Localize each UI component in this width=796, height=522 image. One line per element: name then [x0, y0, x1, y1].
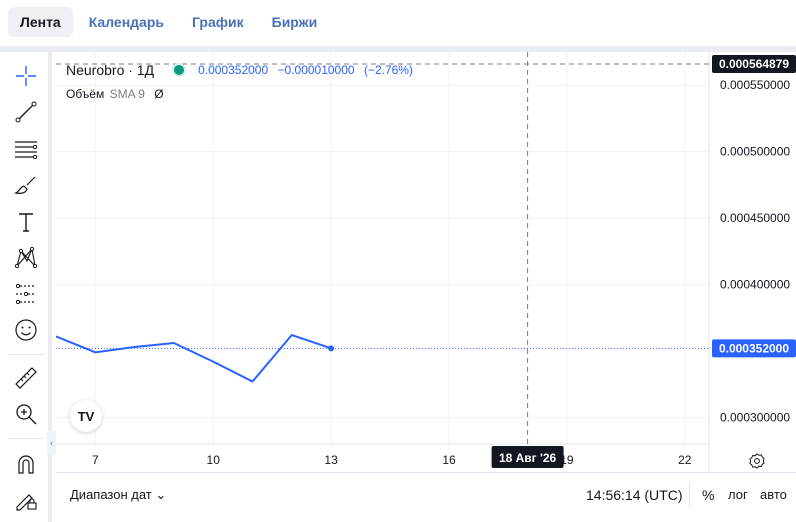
toolbar-separator: [8, 438, 44, 439]
tab-feed[interactable]: Лента: [8, 7, 73, 37]
brush-icon: [13, 176, 36, 194]
trend-line-tool[interactable]: [10, 96, 42, 128]
legend-change: −0.000010000: [277, 63, 355, 77]
fib-tool[interactable]: [10, 134, 42, 166]
timezone-clock[interactable]: 14:56:14 (UTC): [586, 487, 682, 503]
magnet-icon: [18, 455, 34, 474]
percent-scale-toggle[interactable]: %: [702, 487, 714, 503]
volume-label[interactable]: Объём: [66, 87, 104, 101]
legend-volume: Объём SMA 9 Ø: [66, 87, 164, 101]
lock-draw-tool[interactable]: [10, 484, 42, 516]
pattern-tool[interactable]: [10, 242, 42, 274]
auto-scale-toggle[interactable]: авто: [760, 487, 787, 502]
ruler-tool[interactable]: [10, 362, 42, 394]
lock-draw-icon: [16, 494, 37, 511]
top-tab-bar: Лента Календарь График Биржи: [0, 0, 796, 44]
ruler-icon: [15, 367, 37, 389]
price-series-line[interactable]: [56, 333, 332, 383]
emoji-icon: [15, 319, 37, 341]
y-tick-label: 0.000550000: [720, 78, 790, 92]
crosshair-tool[interactable]: [10, 60, 42, 92]
y-tick-label: 0.000400000: [720, 278, 790, 292]
legend-change-pct: (−2.76%): [363, 63, 413, 77]
tab-exchanges[interactable]: Биржи: [260, 7, 330, 37]
volume-indicator: SMA 9: [109, 87, 145, 101]
y-tick-label: 0.000450000: [720, 211, 790, 225]
volume-indicator-value: Ø: [154, 87, 164, 101]
crosshair-icon: [16, 66, 36, 86]
market-status-icon: [172, 63, 187, 77]
x-tick-label: 22: [678, 453, 692, 467]
crosshair-price-label: 0.000564879: [719, 57, 789, 71]
emoji-tool[interactable]: [10, 314, 42, 346]
log-scale-toggle[interactable]: лог: [728, 487, 748, 502]
price-chart[interactable]: 0.000550000 0.000500000 0.000450000 0.00040…: [56, 52, 796, 472]
pattern-icon: [14, 246, 38, 269]
magnet-tool[interactable]: [10, 448, 42, 480]
forecast-icon: [15, 283, 36, 305]
tab-chart[interactable]: График: [180, 7, 256, 37]
x-tick-label: 16: [442, 453, 456, 467]
bottom-toolbar: Диапазон дат ⌄ 14:56:14 (UTC) % лог авто: [56, 472, 796, 522]
legend-price: 0.000352000: [198, 63, 269, 77]
legend-main: Neurobro · 1Д 0.000352000 −0.000010000 (…: [66, 62, 419, 78]
trend-line-icon: [15, 101, 37, 123]
zoom-tool[interactable]: [10, 398, 42, 430]
zoom-icon: [16, 404, 37, 425]
date-range-label: Диапазон дат: [70, 487, 152, 502]
current-price-label: 0.000352000: [719, 341, 789, 355]
y-tick-label: 0.000500000: [720, 145, 790, 159]
symbol-label[interactable]: Neurobro · 1Д: [66, 62, 154, 78]
chart-pane[interactable]: 0.000550000 0.000500000 0.000450000 0.00040…: [56, 52, 796, 472]
chart-settings-icon[interactable]: [748, 452, 766, 470]
x-tick-label: 10: [207, 453, 221, 467]
forecast-tool[interactable]: [10, 278, 42, 310]
drawing-toolbar: [0, 52, 52, 522]
text-tool[interactable]: [10, 206, 42, 238]
fib-icon: [15, 141, 38, 160]
tradingview-logo[interactable]: TV: [70, 400, 102, 432]
toolbar-separator: [8, 354, 44, 355]
y-tick-label: 0.000300000: [720, 410, 790, 424]
collapse-toolbar-button[interactable]: ‹: [47, 430, 56, 456]
crosshair-time-label: 18 Авг '26: [499, 451, 557, 465]
date-range-button[interactable]: Диапазон дат ⌄: [70, 487, 166, 503]
bottom-separator: [689, 483, 690, 507]
brush-tool[interactable]: [10, 170, 42, 202]
x-tick-label: 13: [324, 453, 338, 467]
text-icon: [19, 213, 33, 232]
chevron-down-icon: ⌄: [155, 487, 167, 502]
tab-calendar[interactable]: Календарь: [77, 7, 176, 37]
x-tick-label: 7: [92, 453, 99, 467]
